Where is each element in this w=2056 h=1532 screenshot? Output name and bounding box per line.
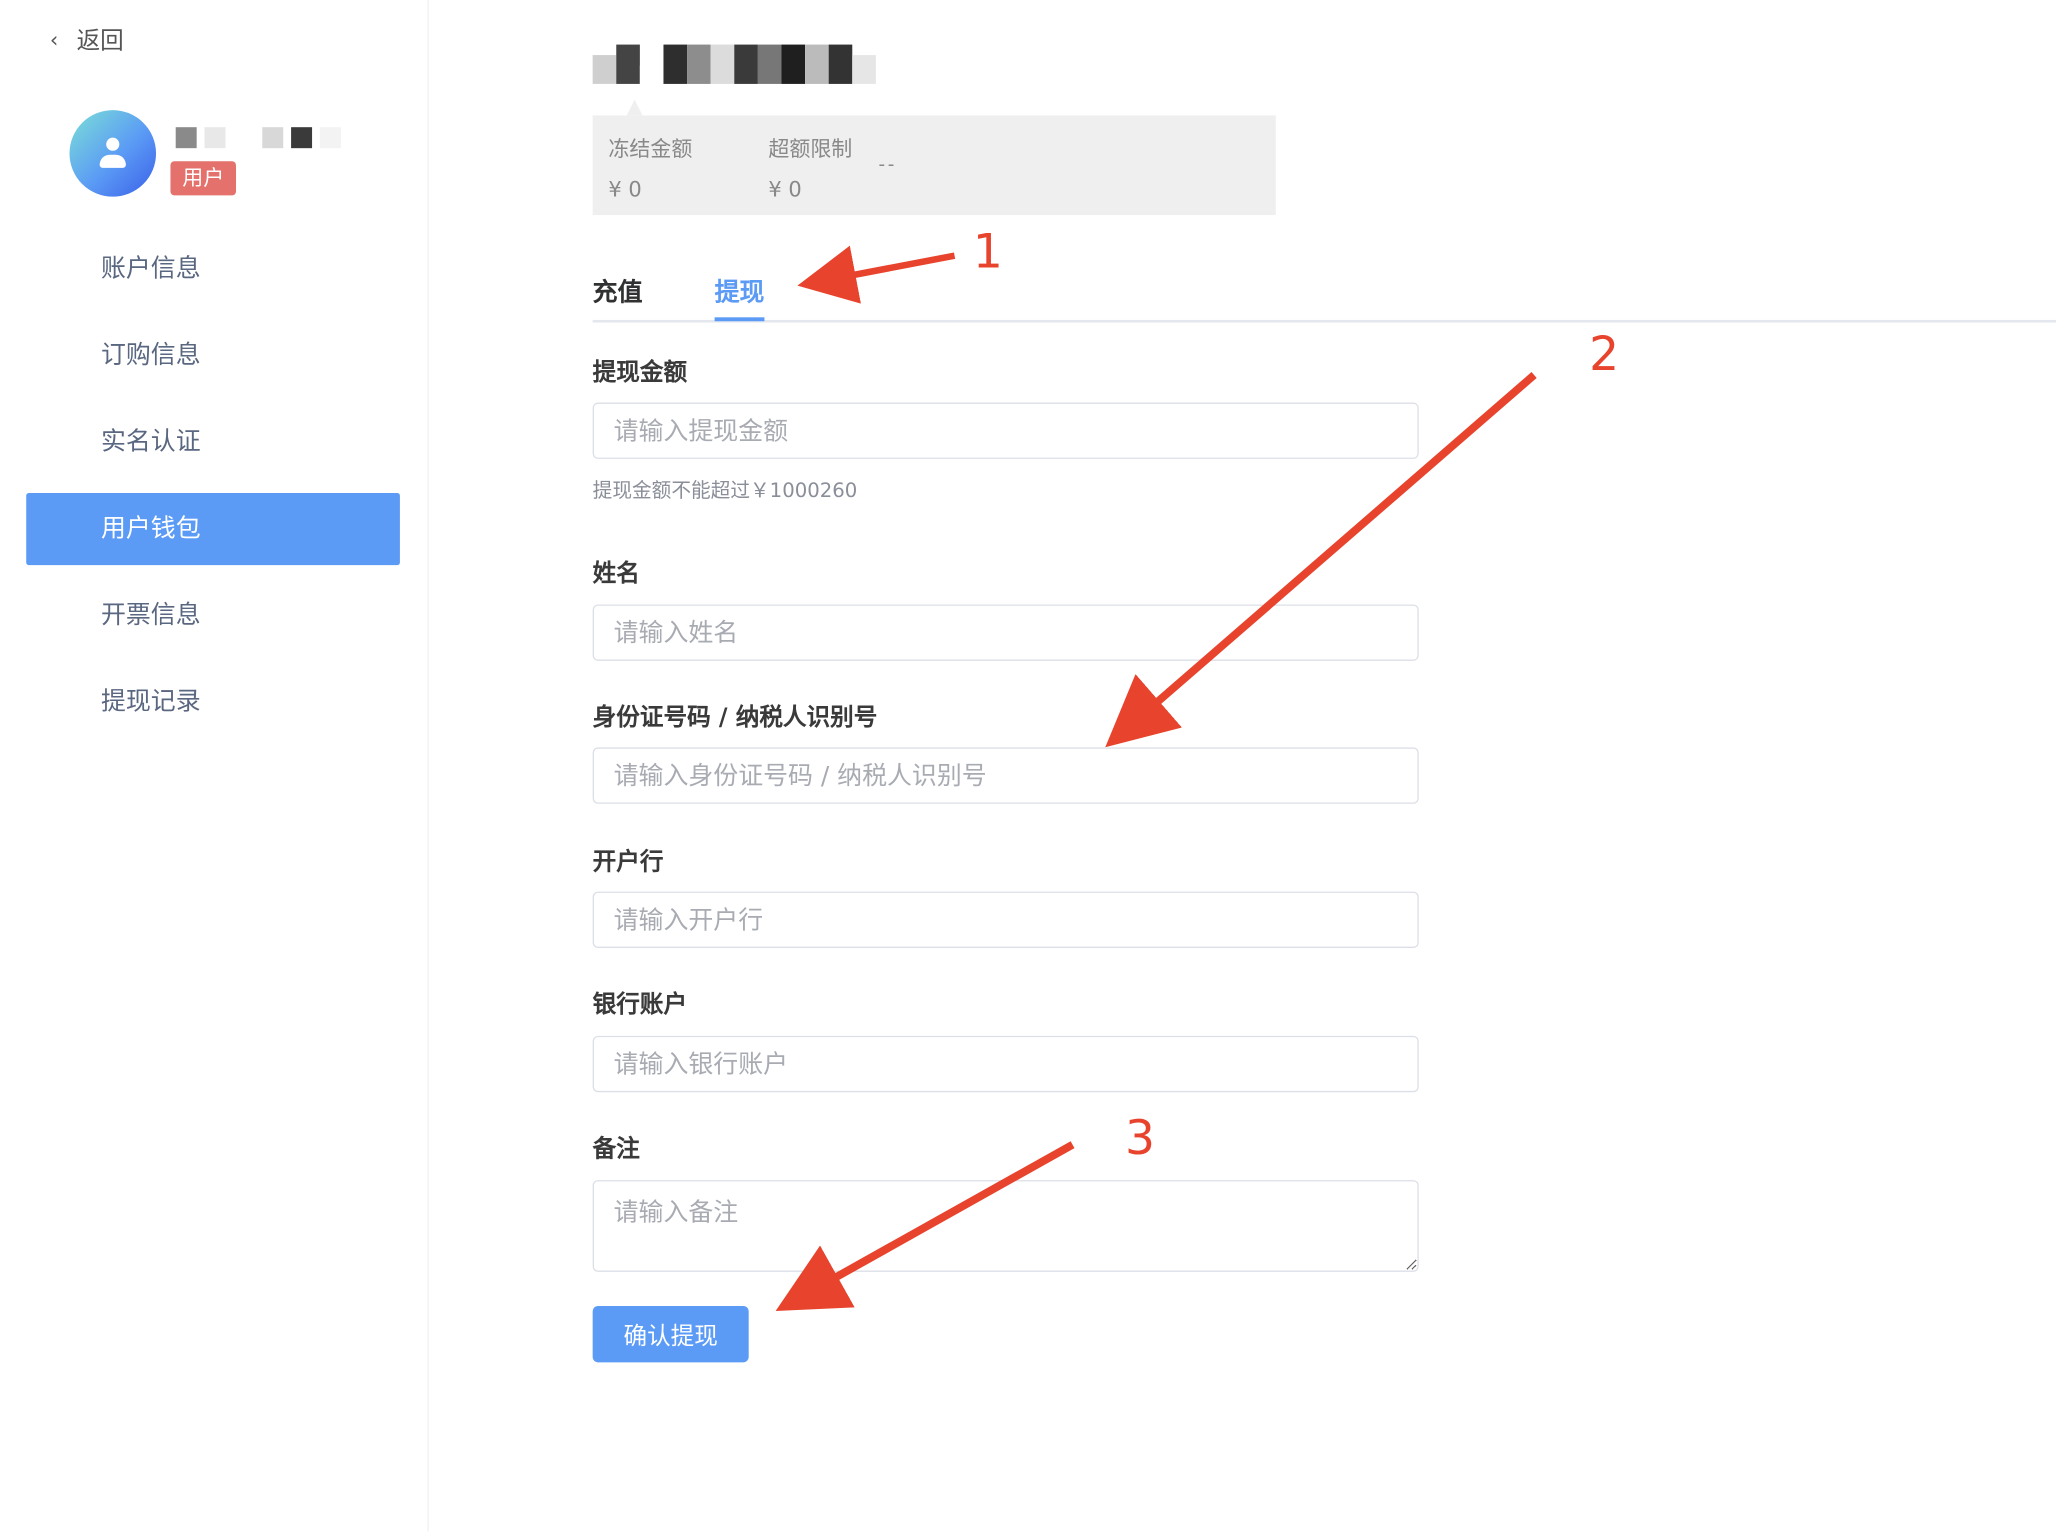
withdraw-amount-input[interactable]	[592, 402, 1419, 459]
annotation-number-3: 3	[1125, 1111, 1156, 1166]
id-number-input[interactable]	[592, 747, 1419, 804]
sidebar-item-verification[interactable]: 实名认证	[26, 406, 400, 478]
amount-label: 提现金额	[592, 359, 688, 387]
sidebar-item-withdraw-records[interactable]: 提现记录	[26, 666, 400, 738]
user-name-redacted	[175, 127, 341, 149]
chevron-left-icon: ‹	[49, 26, 59, 52]
sidebar-item-orders[interactable]: 订购信息	[26, 320, 400, 392]
bank-input[interactable]	[592, 891, 1419, 948]
id-number-label: 身份证号码 / 纳税人识别号	[592, 704, 878, 732]
balance-stats-card: 冻结金额 ¥ 0 -- 超额限制 ¥ 0	[592, 99, 1276, 216]
note-textarea[interactable]	[592, 1180, 1419, 1272]
stats-separator: --	[878, 154, 898, 176]
sidebar: ‹ 返回 用户 账户信息 订购信息 实名认证 用户钱包 开票信息 提现记录	[0, 0, 429, 1532]
annotation-number-2: 2	[1589, 327, 1620, 382]
annotation-number-1: 1	[972, 225, 1003, 280]
wallet-tabs: 充值 提现	[592, 260, 2056, 323]
bank-account-input[interactable]	[592, 1035, 1419, 1093]
role-badge: 用户	[170, 161, 237, 196]
tab-active-indicator	[714, 317, 765, 322]
balance-redacted	[592, 39, 876, 84]
sidebar-item-invoice[interactable]: 开票信息	[26, 580, 400, 652]
sidebar-item-wallet[interactable]: 用户钱包	[26, 493, 400, 566]
bank-account-label: 银行账户	[592, 991, 688, 1019]
name-label: 姓名	[592, 559, 640, 588]
tab-withdraw[interactable]: 提现	[715, 273, 765, 308]
confirm-withdraw-button[interactable]: 确认提现	[592, 1305, 749, 1363]
avatar	[69, 110, 157, 197]
note-label: 备注	[592, 1135, 640, 1164]
back-link[interactable]: ‹ 返回	[50, 22, 124, 56]
main-content: 冻结金额 ¥ 0 -- 超额限制 ¥ 0 充值 提现 提现金额 提现金额不能超过…	[429, 0, 2056, 1531]
user-icon	[106, 137, 120, 151]
name-input[interactable]	[592, 604, 1419, 661]
over-limit-stat: 超额限制 ¥ 0	[768, 136, 853, 202]
back-label: 返回	[76, 27, 124, 56]
sidebar-item-account-info[interactable]: 账户信息	[26, 233, 400, 305]
frozen-amount-stat: 冻结金额 ¥ 0	[608, 136, 693, 202]
tab-recharge[interactable]: 充值	[593, 273, 643, 308]
sidebar-nav: 账户信息 订购信息 实名认证 用户钱包 开票信息 提现记录	[26, 233, 400, 752]
amount-hint: 提现金额不能超过￥1000260	[592, 478, 858, 503]
bank-label: 开户行	[592, 848, 664, 876]
